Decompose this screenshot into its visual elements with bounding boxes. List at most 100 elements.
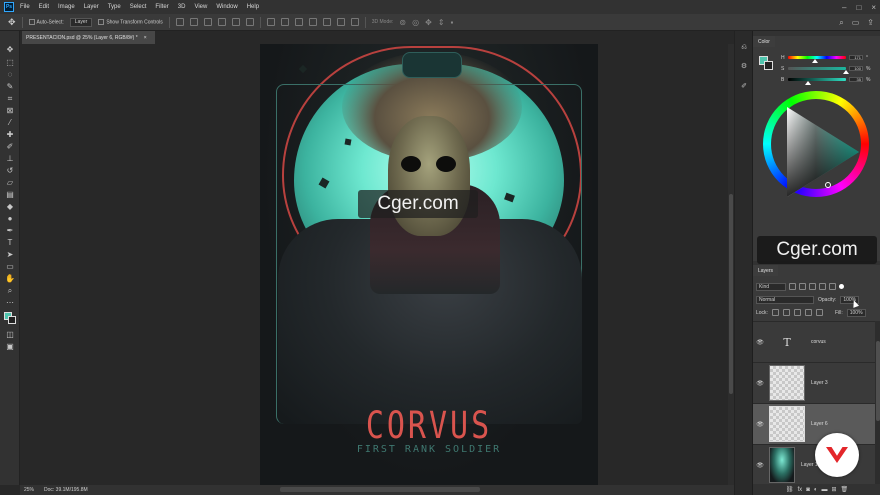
layer-row-layer-6[interactable]: 👁 Layer 6 — [753, 403, 875, 444]
close-tab-icon[interactable]: × — [144, 35, 147, 41]
menu-view[interactable]: View — [194, 4, 207, 10]
smart-object-filter-icon[interactable] — [829, 283, 836, 290]
distribute-middle-icon[interactable] — [280, 18, 289, 26]
layer-row-layer-3[interactable]: 👁 Layer 3 — [753, 362, 875, 403]
distribute-right-icon[interactable] — [336, 18, 345, 26]
workspace-icon[interactable]: ▭ — [852, 18, 860, 27]
hand-tool-icon[interactable]: ✋ — [5, 274, 15, 283]
blend-mode-dropdown[interactable]: Normal — [756, 295, 814, 304]
crop-tool-icon[interactable]: ⌗ — [5, 94, 15, 103]
saturation-slider-knob[interactable] — [843, 70, 849, 74]
hue-value[interactable]: 171 — [849, 55, 863, 60]
close-icon[interactable]: × — [871, 3, 876, 12]
color-picker-handle[interactable] — [825, 182, 831, 188]
adjustment-icon[interactable]: ◐ — [814, 487, 818, 493]
align-top-icon[interactable] — [175, 18, 184, 26]
brush-panel-icon[interactable]: ✐ — [739, 81, 749, 90]
show-transform-checkbox[interactable] — [98, 18, 105, 25]
pen-tool-icon[interactable]: ✒ — [5, 226, 15, 235]
hue-slider-knob[interactable] — [812, 59, 819, 63]
align-right-icon[interactable] — [245, 18, 254, 26]
hue-slider[interactable] — [788, 56, 846, 63]
menu-file[interactable]: File — [20, 4, 30, 10]
auto-select-option[interactable]: Auto-Select: — [28, 18, 64, 25]
3d-pan-icon[interactable]: ✥ — [425, 18, 432, 27]
distribute-center-icon[interactable] — [322, 18, 331, 26]
quick-select-tool-icon[interactable]: ✎ — [5, 82, 15, 91]
group-icon[interactable]: ▬ — [821, 487, 827, 493]
blur-tool-icon[interactable]: ◆ — [5, 202, 15, 211]
quick-mask-icon[interactable]: ◫ — [5, 330, 15, 339]
menu-3d[interactable]: 3D — [178, 4, 186, 10]
eraser-tool-icon[interactable]: ▱ — [5, 178, 15, 187]
layers-scrollbar[interactable] — [875, 321, 880, 484]
history-brush-tool-icon[interactable]: ↺ — [5, 166, 15, 175]
menu-image[interactable]: Image — [58, 4, 75, 10]
distribute-top-icon[interactable] — [266, 18, 275, 26]
move-tool-icon[interactable]: ✥ — [5, 45, 15, 54]
layers-panel-tab[interactable]: Layers — [753, 265, 779, 276]
canvas-workspace[interactable]: CORVUS FIRST RANK SOLDIER — [20, 44, 728, 485]
menu-select[interactable]: Select — [130, 4, 147, 10]
layers-scroll-thumb[interactable] — [876, 341, 880, 421]
align-middle-icon[interactable] — [189, 18, 198, 26]
layer-name[interactable]: Layer 6 — [811, 421, 828, 427]
horizontal-scroll-thumb[interactable] — [280, 487, 480, 492]
vertical-scroll-thumb[interactable] — [729, 194, 733, 394]
history-panel-icon[interactable]: ⎌ — [739, 43, 749, 52]
dodge-tool-icon[interactable]: ● — [5, 214, 15, 223]
path-select-tool-icon[interactable]: ➤ — [5, 250, 15, 259]
maximize-icon[interactable]: □ — [856, 3, 861, 12]
artwork-canvas[interactable]: CORVUS FIRST RANK SOLDIER — [260, 44, 598, 485]
lock-all-icon[interactable] — [815, 309, 823, 316]
visibility-eye-icon[interactable]: 👁 — [756, 339, 764, 346]
lock-transparency-icon[interactable] — [771, 309, 779, 316]
menu-filter[interactable]: Filter — [155, 4, 168, 10]
gradient-tool-icon[interactable]: ▤ — [5, 190, 15, 199]
layer-kind-filter[interactable]: Kind — [756, 282, 786, 291]
minimize-icon[interactable]: – — [842, 3, 846, 12]
distribute-bottom-icon[interactable] — [294, 18, 303, 26]
3d-slide-icon[interactable]: ⇕ — [438, 18, 445, 27]
menu-window[interactable]: Window — [216, 4, 237, 10]
lasso-tool-icon[interactable]: ◌ — [5, 70, 15, 79]
healing-brush-tool-icon[interactable]: ✚ — [5, 130, 15, 139]
lock-artboard-icon[interactable] — [804, 309, 812, 316]
visibility-eye-icon[interactable]: 👁 — [756, 421, 764, 428]
document-tab[interactable]: PRESENTACION.psd @ 25% (Layer 6, RGB/8#)… — [22, 31, 155, 44]
layer-name[interactable]: Layer 1 — [801, 462, 818, 468]
menu-help[interactable]: Help — [247, 4, 259, 10]
3d-scale-icon[interactable]: ▪ — [451, 18, 454, 27]
layer-name[interactable]: corvus — [811, 339, 826, 345]
brightness-value[interactable]: 35 — [849, 77, 863, 82]
menu-edit[interactable]: Edit — [39, 4, 49, 10]
align-center-icon[interactable] — [231, 18, 240, 26]
layer-name[interactable]: Layer 3 — [811, 380, 828, 386]
3d-orbit-icon[interactable]: ⊚ — [399, 18, 406, 27]
3d-roll-icon[interactable]: ◎ — [412, 18, 419, 27]
color-panel-tab[interactable]: Color — [753, 36, 775, 47]
clone-stamp-tool-icon[interactable]: ⊥ — [5, 154, 15, 163]
saturation-slider[interactable] — [788, 67, 849, 74]
pixel-filter-icon[interactable] — [789, 283, 796, 290]
menu-layer[interactable]: Layer — [84, 4, 99, 10]
brush-tool-icon[interactable]: ✐ — [5, 142, 15, 151]
fx-icon[interactable]: fx — [798, 487, 803, 493]
delete-icon[interactable]: 🗑 — [840, 486, 848, 493]
zoom-level[interactable]: 25% — [24, 487, 34, 493]
visibility-eye-icon[interactable]: 👁 — [756, 380, 764, 387]
link-icon[interactable]: ⛓ — [786, 486, 794, 493]
menu-type[interactable]: Type — [108, 4, 121, 10]
frame-tool-icon[interactable]: ⊠ — [5, 106, 15, 115]
new-layer-icon[interactable]: ⊞ — [831, 486, 836, 493]
lock-pixels-icon[interactable] — [782, 309, 790, 316]
mask-icon[interactable]: ◙ — [806, 487, 810, 493]
type-tool-icon[interactable]: T — [5, 238, 15, 247]
eyedropper-tool-icon[interactable]: ⁄ — [5, 118, 15, 127]
zoom-tool-icon[interactable]: ⌕ — [5, 286, 15, 295]
saturation-value[interactable]: 100 — [849, 66, 863, 71]
shape-tool-icon[interactable]: ▭ — [5, 262, 15, 271]
background-color-swatch[interactable] — [8, 316, 16, 324]
marquee-tool-icon[interactable]: ⬚ — [5, 58, 15, 67]
adjustment-filter-icon[interactable] — [799, 283, 806, 290]
